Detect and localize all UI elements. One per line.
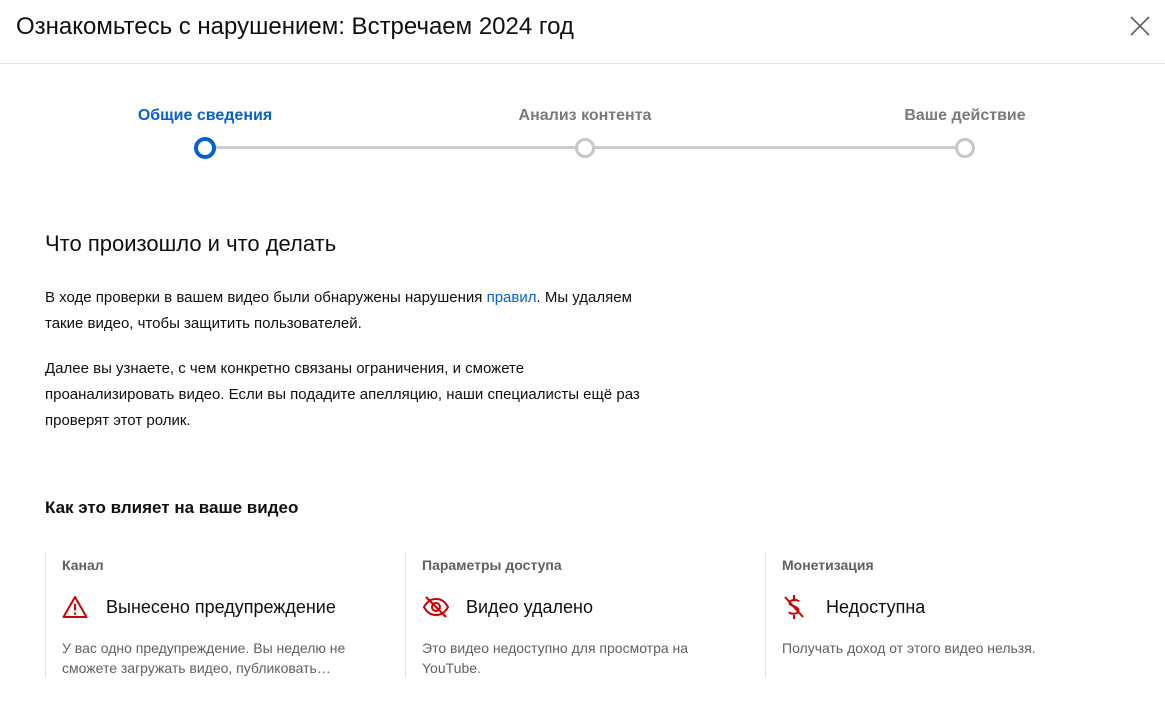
card-status-text: Видео удалено xyxy=(466,597,593,617)
money-off-icon xyxy=(782,594,810,620)
section-title: Что произошло и что делать xyxy=(45,231,337,256)
card-status: Недоступна xyxy=(782,594,925,620)
card-label: Монетизация xyxy=(782,557,874,573)
card-status: Видео удалено xyxy=(422,594,593,620)
violation-summary-text: В ходе проверки в вашем видео были обнар… xyxy=(45,289,632,332)
card-label: Канал xyxy=(62,557,104,573)
card-description: Получать доход от этого видео нельзя. xyxy=(782,640,1036,656)
eye-off-icon xyxy=(422,594,450,620)
violation-review-dialog: Ознакомьтесь с нарушением: Встречаем 202… xyxy=(0,0,1165,710)
card-status-text: Недоступна xyxy=(826,597,926,617)
impact-card-visibility: Параметры доступа Видео удалено Это виде… xyxy=(405,552,745,678)
progress-stepper: Общие сведения Анализ контента Ваше дейс… xyxy=(0,96,1165,166)
step-label-overview[interactable]: Общие сведения xyxy=(138,106,272,126)
impact-cards: Канал Вынесено предупреждение У вас одно… xyxy=(45,552,1155,682)
step-label-your-action[interactable]: Ваше действие xyxy=(904,106,1025,126)
card-description: У вас одно предупреждение. Вы неделю не … xyxy=(62,640,346,676)
warning-icon xyxy=(62,594,90,620)
card-status: Вынесено предупреждение xyxy=(62,594,336,620)
step-dot-content-analysis[interactable] xyxy=(575,138,595,158)
policy-link[interactable]: правил xyxy=(487,289,537,306)
card-label: Параметры доступа xyxy=(422,557,562,573)
impact-card-monetization: Монетизация Недоступна Получать доход от… xyxy=(765,552,1105,678)
step-dot-overview[interactable] xyxy=(194,137,216,159)
dialog-title: Ознакомьтесь с нарушением: Встречаем 202… xyxy=(16,13,574,40)
step-connector xyxy=(595,146,955,149)
step-dot-your-action[interactable] xyxy=(955,138,975,158)
impact-title: Как это влияет на ваше видео xyxy=(45,498,299,517)
card-description: Это видео недоступно для просмотра на Yo… xyxy=(422,640,689,676)
close-button[interactable] xyxy=(1124,10,1156,42)
dialog-header: Ознакомьтесь с нарушением: Встречаем 202… xyxy=(0,0,1165,64)
step-connector xyxy=(215,146,575,149)
close-icon xyxy=(1130,16,1150,36)
card-status-text: Вынесено предупреждение xyxy=(106,597,336,617)
next-steps-text: Далее вы узнаете, с чем конкретно связан… xyxy=(45,360,640,429)
impact-card-channel: Канал Вынесено предупреждение У вас одно… xyxy=(45,552,385,678)
step-label-content-analysis[interactable]: Анализ контента xyxy=(519,106,652,126)
